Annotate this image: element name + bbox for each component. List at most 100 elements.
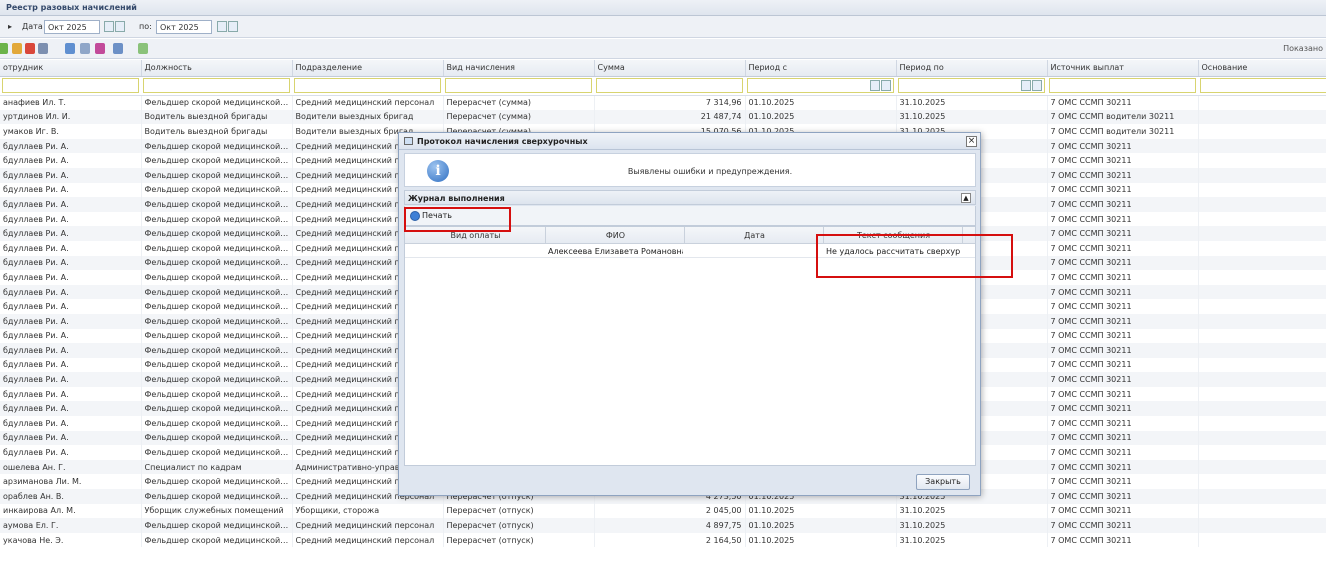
cell-basis: [1198, 518, 1326, 533]
cell-payment-source: 7 ОМС ССМП 30211: [1047, 328, 1199, 344]
cell-basis: [1198, 153, 1326, 168]
cell-accrual-type: Перерасчет (отпуск): [443, 518, 595, 533]
filter-clear-icon[interactable]: [95, 43, 105, 54]
log-col-date[interactable]: Дата: [685, 231, 824, 240]
cell-payment-source: 7 ОМС ССМП 30211: [1047, 284, 1199, 300]
cell-department: Средний медицинский персонал: [292, 95, 444, 110]
filter-input[interactable]: [1049, 78, 1196, 93]
cell-position: Фельдшер скорой медицинской пом...: [141, 255, 293, 271]
cell-basis: [1198, 416, 1326, 431]
cell-basis: [1198, 313, 1326, 329]
cell-employee: бдуллаев Ри. А.: [0, 299, 142, 314]
cell-payment-source: 7 ОМС ССМП 30211: [1047, 489, 1199, 504]
filter-input[interactable]: [1200, 78, 1326, 93]
filter-input[interactable]: [596, 78, 743, 93]
filter-input[interactable]: [445, 78, 592, 93]
cell-department: Водители выездных бригад: [292, 109, 444, 125]
export-icon[interactable]: [80, 43, 90, 54]
col-payment-source[interactable]: Источник выплат: [1047, 60, 1199, 77]
filter-input[interactable]: [747, 78, 894, 93]
col-period-to[interactable]: Период по: [896, 60, 1048, 77]
cell-payment-source: 7 ОМС ССМП 30211: [1047, 401, 1199, 417]
col-basis[interactable]: Основание: [1198, 60, 1326, 77]
cell-position: Водитель выездной бригады: [141, 109, 293, 125]
cell-payment-source: 7 ОМС ССМП 30211: [1047, 357, 1199, 373]
col-position[interactable]: Должность: [141, 60, 293, 77]
cell-employee: бдуллаев Ри. А.: [0, 416, 142, 431]
col-accrual-type[interactable]: Вид начисления: [443, 60, 595, 77]
edit-icon[interactable]: [12, 43, 22, 54]
col-amount[interactable]: Сумма: [594, 60, 746, 77]
close-button[interactable]: Закрыть: [916, 474, 970, 490]
cell-employee: бдуллаев Ри. А.: [0, 255, 142, 271]
cell-basis: [1198, 124, 1326, 139]
recalc-icon[interactable]: [138, 43, 148, 54]
filter-input[interactable]: [294, 78, 441, 93]
cell-payment-source: 7 ОМС ССМП 30211: [1047, 167, 1199, 183]
cell-employee: ораблев Ан. В.: [0, 489, 142, 504]
calendar-icon[interactable]: [104, 21, 126, 33]
cell-basis: [1198, 474, 1326, 490]
cell-payment-source: 7 ОМС ССМП 30211: [1047, 95, 1199, 110]
cell-payment-source: 7 ОМС ССМП 30211: [1047, 386, 1199, 402]
date-from-field[interactable]: Окт 2025: [44, 20, 100, 34]
col-period-from[interactable]: Период с: [745, 60, 897, 77]
filter-input[interactable]: [898, 78, 1045, 93]
cell-position: Уборщик служебных помещений: [141, 503, 293, 519]
cell-employee: бдуллаев Ри. А.: [0, 445, 142, 460]
refresh-icon[interactable]: [38, 43, 48, 54]
cell-basis: [1198, 343, 1326, 358]
cell-amount: 7 314,96: [594, 95, 746, 110]
cell-payment-source: 7 ОМС ССМП 30211: [1047, 211, 1199, 227]
cell-basis: [1198, 459, 1326, 475]
cell-period-to: 31.10.2025: [896, 518, 1048, 533]
cell-position: Фельдшер скорой медицинской пом...: [141, 372, 293, 387]
log-col-fio[interactable]: ФИО: [546, 231, 685, 240]
date-to-field[interactable]: Окт 2025: [156, 20, 212, 34]
table-row[interactable]: анафиев Ил. Т. Фельдшер скорой медицинско…: [0, 95, 1326, 110]
collapse-icon[interactable]: ▲: [961, 193, 971, 203]
cell-payment-source: 7 ОМС ССМП водители 30211: [1047, 124, 1199, 139]
table-row[interactable]: укачова Не. Э. Фельдшер скорой медицинско…: [0, 532, 1326, 548]
cell-department: Средний медицинский персонал: [292, 532, 444, 548]
cell-employee: бдуллаев Ри. А.: [0, 211, 142, 227]
cell-payment-source: 7 ОМС ССМП 30211: [1047, 182, 1199, 198]
calendar-icon[interactable]: [870, 80, 892, 91]
cell-position: Фельдшер скорой медицинской пом...: [141, 328, 293, 344]
cell-employee: аумова Ел. Г.: [0, 518, 142, 533]
calendar-icon[interactable]: [217, 21, 239, 33]
cell-position: Фельдшер скорой медицинской пом...: [141, 489, 293, 504]
cell-payment-source: 7 ОМС ССМП 30211: [1047, 416, 1199, 431]
log-row[interactable]: Алексеева Елизавета Романовна Не удалось…: [405, 245, 975, 258]
filter-input[interactable]: [143, 78, 290, 93]
cell-payment-source: 7 ОМС ССМП 30211: [1047, 299, 1199, 314]
cell-payment-source: 7 ОМС ССМП 30211: [1047, 240, 1199, 256]
save-icon[interactable]: [0, 43, 8, 54]
cell-payment-source: 7 ОМС ССМП 30211: [1047, 532, 1199, 548]
col-department[interactable]: Подразделение: [292, 60, 444, 77]
filter-input[interactable]: [2, 78, 139, 93]
cell-employee: бдуллаев Ри. А.: [0, 197, 142, 212]
table-row[interactable]: уртдинов Ил. И. Водитель выездной бригады…: [0, 109, 1326, 125]
dialog-header[interactable]: Протокол начисления сверхурочных ×: [399, 133, 980, 150]
settings-icon[interactable]: [113, 43, 123, 54]
table-row[interactable]: инкаирова Ал. М. Уборщик служебных помеще…: [0, 503, 1326, 519]
filter-apply-icon[interactable]: ▸: [8, 22, 12, 31]
log-col-message[interactable]: Текст сообщения: [824, 231, 963, 240]
list-icon[interactable]: [65, 43, 75, 54]
cell-position: Фельдшер скорой медицинской пом...: [141, 240, 293, 256]
print-button[interactable]: Печать: [408, 209, 455, 223]
calendar-icon[interactable]: [1021, 80, 1043, 91]
col-employee[interactable]: отрудник: [0, 60, 142, 77]
cell-position: Фельдшер скорой медицинской пом...: [141, 182, 293, 198]
cell-employee: инкаирова Ал. М.: [0, 503, 142, 519]
cell-period-to: 31.10.2025: [896, 503, 1048, 519]
cell-employee: бдуллаев Ри. А.: [0, 401, 142, 417]
cell-position: Фельдшер скорой медицинской пом...: [141, 313, 293, 329]
table-row[interactable]: аумова Ел. Г. Фельдшер скорой медицинской…: [0, 518, 1326, 533]
cell-basis: [1198, 430, 1326, 446]
cell-employee: бдуллаев Ри. А.: [0, 372, 142, 387]
close-icon[interactable]: ×: [966, 136, 977, 147]
delete-icon[interactable]: [25, 43, 35, 54]
log-col-pay-type[interactable]: Вид оплаты: [405, 231, 546, 240]
